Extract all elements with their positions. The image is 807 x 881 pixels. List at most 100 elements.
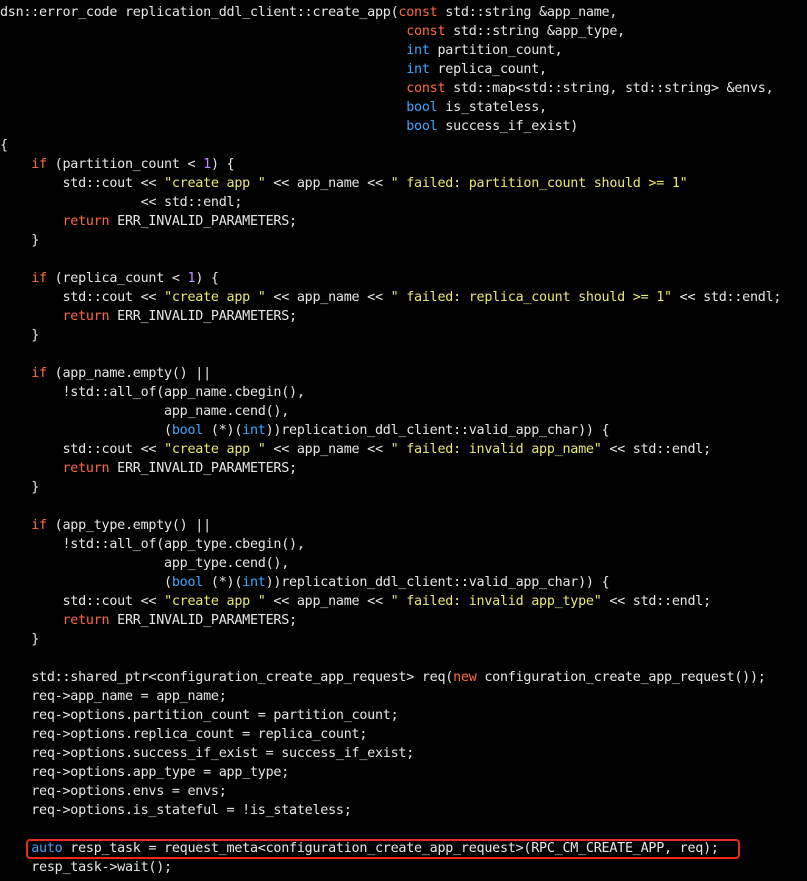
keyword-token: if (31, 271, 47, 286)
keyword-token: if (31, 157, 47, 172)
code-text: << app_name << (265, 176, 391, 191)
keyword-token: if (31, 366, 47, 381)
code-text: std::cout << (0, 442, 165, 457)
code-line: { (0, 136, 781, 155)
code-text: std::map<std::string, std::string> &envs… (445, 81, 774, 96)
type-token: int (242, 423, 266, 438)
code-line: const std::map<std::string, std::string>… (0, 79, 781, 98)
code-text: partition_count, (429, 43, 563, 58)
code-text: << app_name << (265, 290, 391, 305)
number-literal: 1 (203, 157, 211, 172)
code-text: std::cout << (0, 594, 165, 609)
code-text: ) { (210, 157, 235, 172)
code-line: return ERR_INVALID_PARAMETERS; (0, 212, 781, 231)
type-token: bool (171, 575, 204, 590)
code-text: << app_name << (265, 442, 391, 457)
code-text: resp_task = request_meta<configuration_c… (62, 841, 719, 856)
string-literal: " failed: invalid app_type" (390, 594, 602, 609)
code-text: ) { (195, 271, 219, 286)
code-line: req->app_name = app_name; (0, 687, 781, 706)
code-line: if (app_name.empty() || (0, 364, 781, 383)
code-text: << std::endl; (671, 290, 782, 305)
code-text: ))replication_ddl_client::valid_app_char… (265, 575, 610, 590)
string-literal: "create app " (164, 176, 266, 191)
code-text: << app_name << (265, 594, 391, 609)
string-literal: "create app " (164, 290, 266, 305)
code-text: (app_type.empty() || (46, 518, 212, 533)
code-text: req->options.is_stateful = !is_stateless… (0, 803, 352, 818)
code-line: if (partition_count < 1) { (0, 155, 781, 174)
code-line: (bool (*)(int))replication_ddl_client::v… (0, 573, 781, 592)
code-line: std::cout << "create app " << app_name <… (0, 174, 781, 193)
type-token: int (242, 575, 266, 590)
code-line: bool is_stateless, (0, 98, 781, 117)
code-line: app_type.cend(), (0, 554, 781, 573)
code-text: << std::endl; (601, 442, 711, 457)
code-text: ERR_INVALID_PARAMETERS; (109, 214, 297, 229)
code-editor: dsn::error_code replication_ddl_client::… (0, 3, 781, 877)
code-text: std::cout << (0, 176, 165, 191)
code-line: } (0, 326, 781, 345)
code-text: std::cout << (0, 290, 165, 305)
code-text: } (0, 632, 40, 647)
code-line: std::shared_ptr<configuration_create_app… (0, 668, 781, 687)
string-literal: " failed: replica_count should >= 1" (390, 290, 672, 305)
keyword-token: const (406, 24, 446, 39)
code-text: req->options.envs = envs; (0, 784, 227, 799)
code-line: !std::all_of(app_name.cbegin(), (0, 383, 781, 402)
code-text: ( (0, 575, 172, 590)
code-line: return ERR_INVALID_PARAMETERS; (0, 611, 781, 630)
code-text: (*)( (203, 575, 243, 590)
code-line: req->options.envs = envs; (0, 782, 781, 801)
code-line: bool success_if_exist) (0, 117, 781, 136)
code-text: dsn::error_code replication_ddl_client::… (0, 5, 399, 20)
code-line: app_name.cend(), (0, 402, 781, 421)
code-line: req->options.app_type = app_type; (0, 763, 781, 782)
keyword-token: const (406, 81, 446, 96)
code-line: std::cout << "create app " << app_name <… (0, 288, 781, 307)
code-line: } (0, 630, 781, 649)
keyword-token: new (453, 670, 477, 685)
code-text: (app_name.empty() || (46, 366, 212, 381)
code-line: req->options.is_stateful = !is_stateless… (0, 801, 781, 820)
keyword-token: if (31, 518, 47, 533)
code-text: { (0, 138, 8, 153)
code-text: } (0, 328, 40, 343)
code-text: !std::all_of(app_type.cbegin(), (0, 537, 305, 552)
code-line: std::cout << "create app " << app_name <… (0, 592, 781, 611)
code-line: resp_task->wait(); (0, 858, 781, 877)
code-text: std::string &app_type, (445, 24, 625, 39)
code-text: !std::all_of(app_name.cbegin(), (0, 385, 305, 400)
type-token: auto (31, 841, 63, 856)
code-text: ERR_INVALID_PARAMETERS; (109, 461, 297, 476)
string-literal: "create app " (164, 442, 266, 457)
code-text: ( (0, 423, 172, 438)
code-text: req->options.app_type = app_type; (0, 765, 290, 780)
code-line: if (replica_count < 1) { (0, 269, 781, 288)
code-text: is_stateless, (437, 100, 547, 115)
code-line: << std::endl; (0, 193, 781, 212)
keyword-token: return (62, 461, 110, 476)
code-line: int replica_count, (0, 60, 781, 79)
code-text: std::string &app_name, (437, 5, 618, 20)
code-text: req->options.success_if_exist = success_… (0, 746, 415, 761)
code-text: std::shared_ptr<configuration_create_app… (0, 670, 454, 685)
code-text: app_name.cend(), (0, 404, 290, 419)
